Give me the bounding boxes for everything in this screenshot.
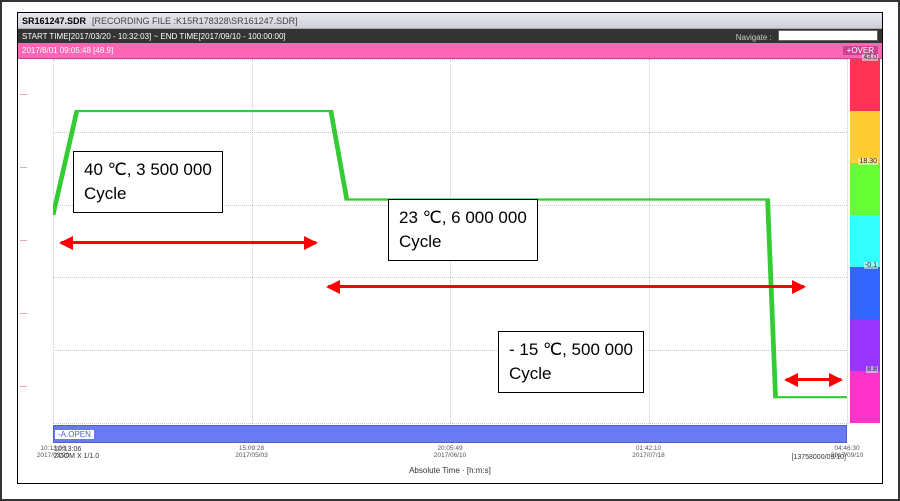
app-frame: SR161247.SDR [RECORDING FILE :K15R178328…	[17, 12, 883, 484]
color-seg: 8.8	[850, 371, 880, 423]
y-tick: —	[20, 92, 27, 99]
color-seg	[850, 319, 880, 371]
arrow-n15c	[786, 378, 841, 381]
x-tick: 01:42:10 2017/07/18	[632, 445, 665, 459]
file-name: SR161247.SDR	[22, 16, 86, 26]
callout-n15c: - 15 ℃, 500 000 Cycle	[498, 331, 644, 393]
callout-40c: 40 ℃, 3 500 000 Cycle	[73, 151, 223, 213]
x-axis-label: Absolute Time · [h:m:s]	[409, 466, 491, 475]
color-seg: 43.0	[850, 59, 880, 111]
x-axis: 10:13:06 2017/03/20 15:09:28 2017/05/03 …	[53, 445, 847, 475]
arrow-23c	[328, 285, 804, 288]
color-seg	[850, 111, 880, 163]
y-tick: —	[20, 383, 27, 390]
navigate-group: Navigate :	[736, 30, 878, 42]
navigate-input[interactable]	[778, 30, 878, 41]
time-strip: 2017/8/01 09:05:48 [48.9] +OVER	[18, 43, 882, 59]
file-info: [RECORDING FILE :K15R178328\SR161247.SDR…	[92, 16, 298, 26]
callout-23c: 23 ℃, 6 000 000 Cycle	[388, 199, 538, 261]
x-tick: 15:09:28 2017/05/03	[235, 445, 268, 459]
y-tick: —	[20, 165, 27, 172]
timestamp-label: 2017/8/01 09:05:48 [48.9]	[22, 46, 113, 55]
color-seg: 18.30	[850, 163, 880, 215]
arrow-40c	[61, 241, 316, 244]
bottom-channel-strip: -A.OPEN	[53, 425, 847, 443]
title-bar: SR161247.SDR [RECORDING FILE :K15R178328…	[18, 13, 882, 29]
color-seg	[850, 215, 880, 267]
navigate-label: Navigate :	[736, 33, 772, 42]
y-tick: —	[20, 310, 27, 317]
status-bar: START TIME[2017/03/20 - 10:32:03] ~ END …	[18, 29, 882, 43]
channel-a-open-label: -A.OPEN	[55, 430, 94, 439]
color-scale: 43.0 18.30 -0.1 8.8	[850, 59, 880, 423]
y-axis: — — — — —	[18, 59, 53, 423]
status-time-range: START TIME[2017/03/20 - 10:32:03] ~ END …	[22, 32, 286, 41]
y-tick: —	[20, 238, 27, 245]
color-seg: -0.1	[850, 267, 880, 319]
footer-left: 10:13:06 ZOOM X 1/1.0	[54, 446, 99, 461]
footer-right: [13758000/09/10]	[792, 454, 847, 461]
x-tick: 20:05:49 2017/06/10	[434, 445, 467, 459]
